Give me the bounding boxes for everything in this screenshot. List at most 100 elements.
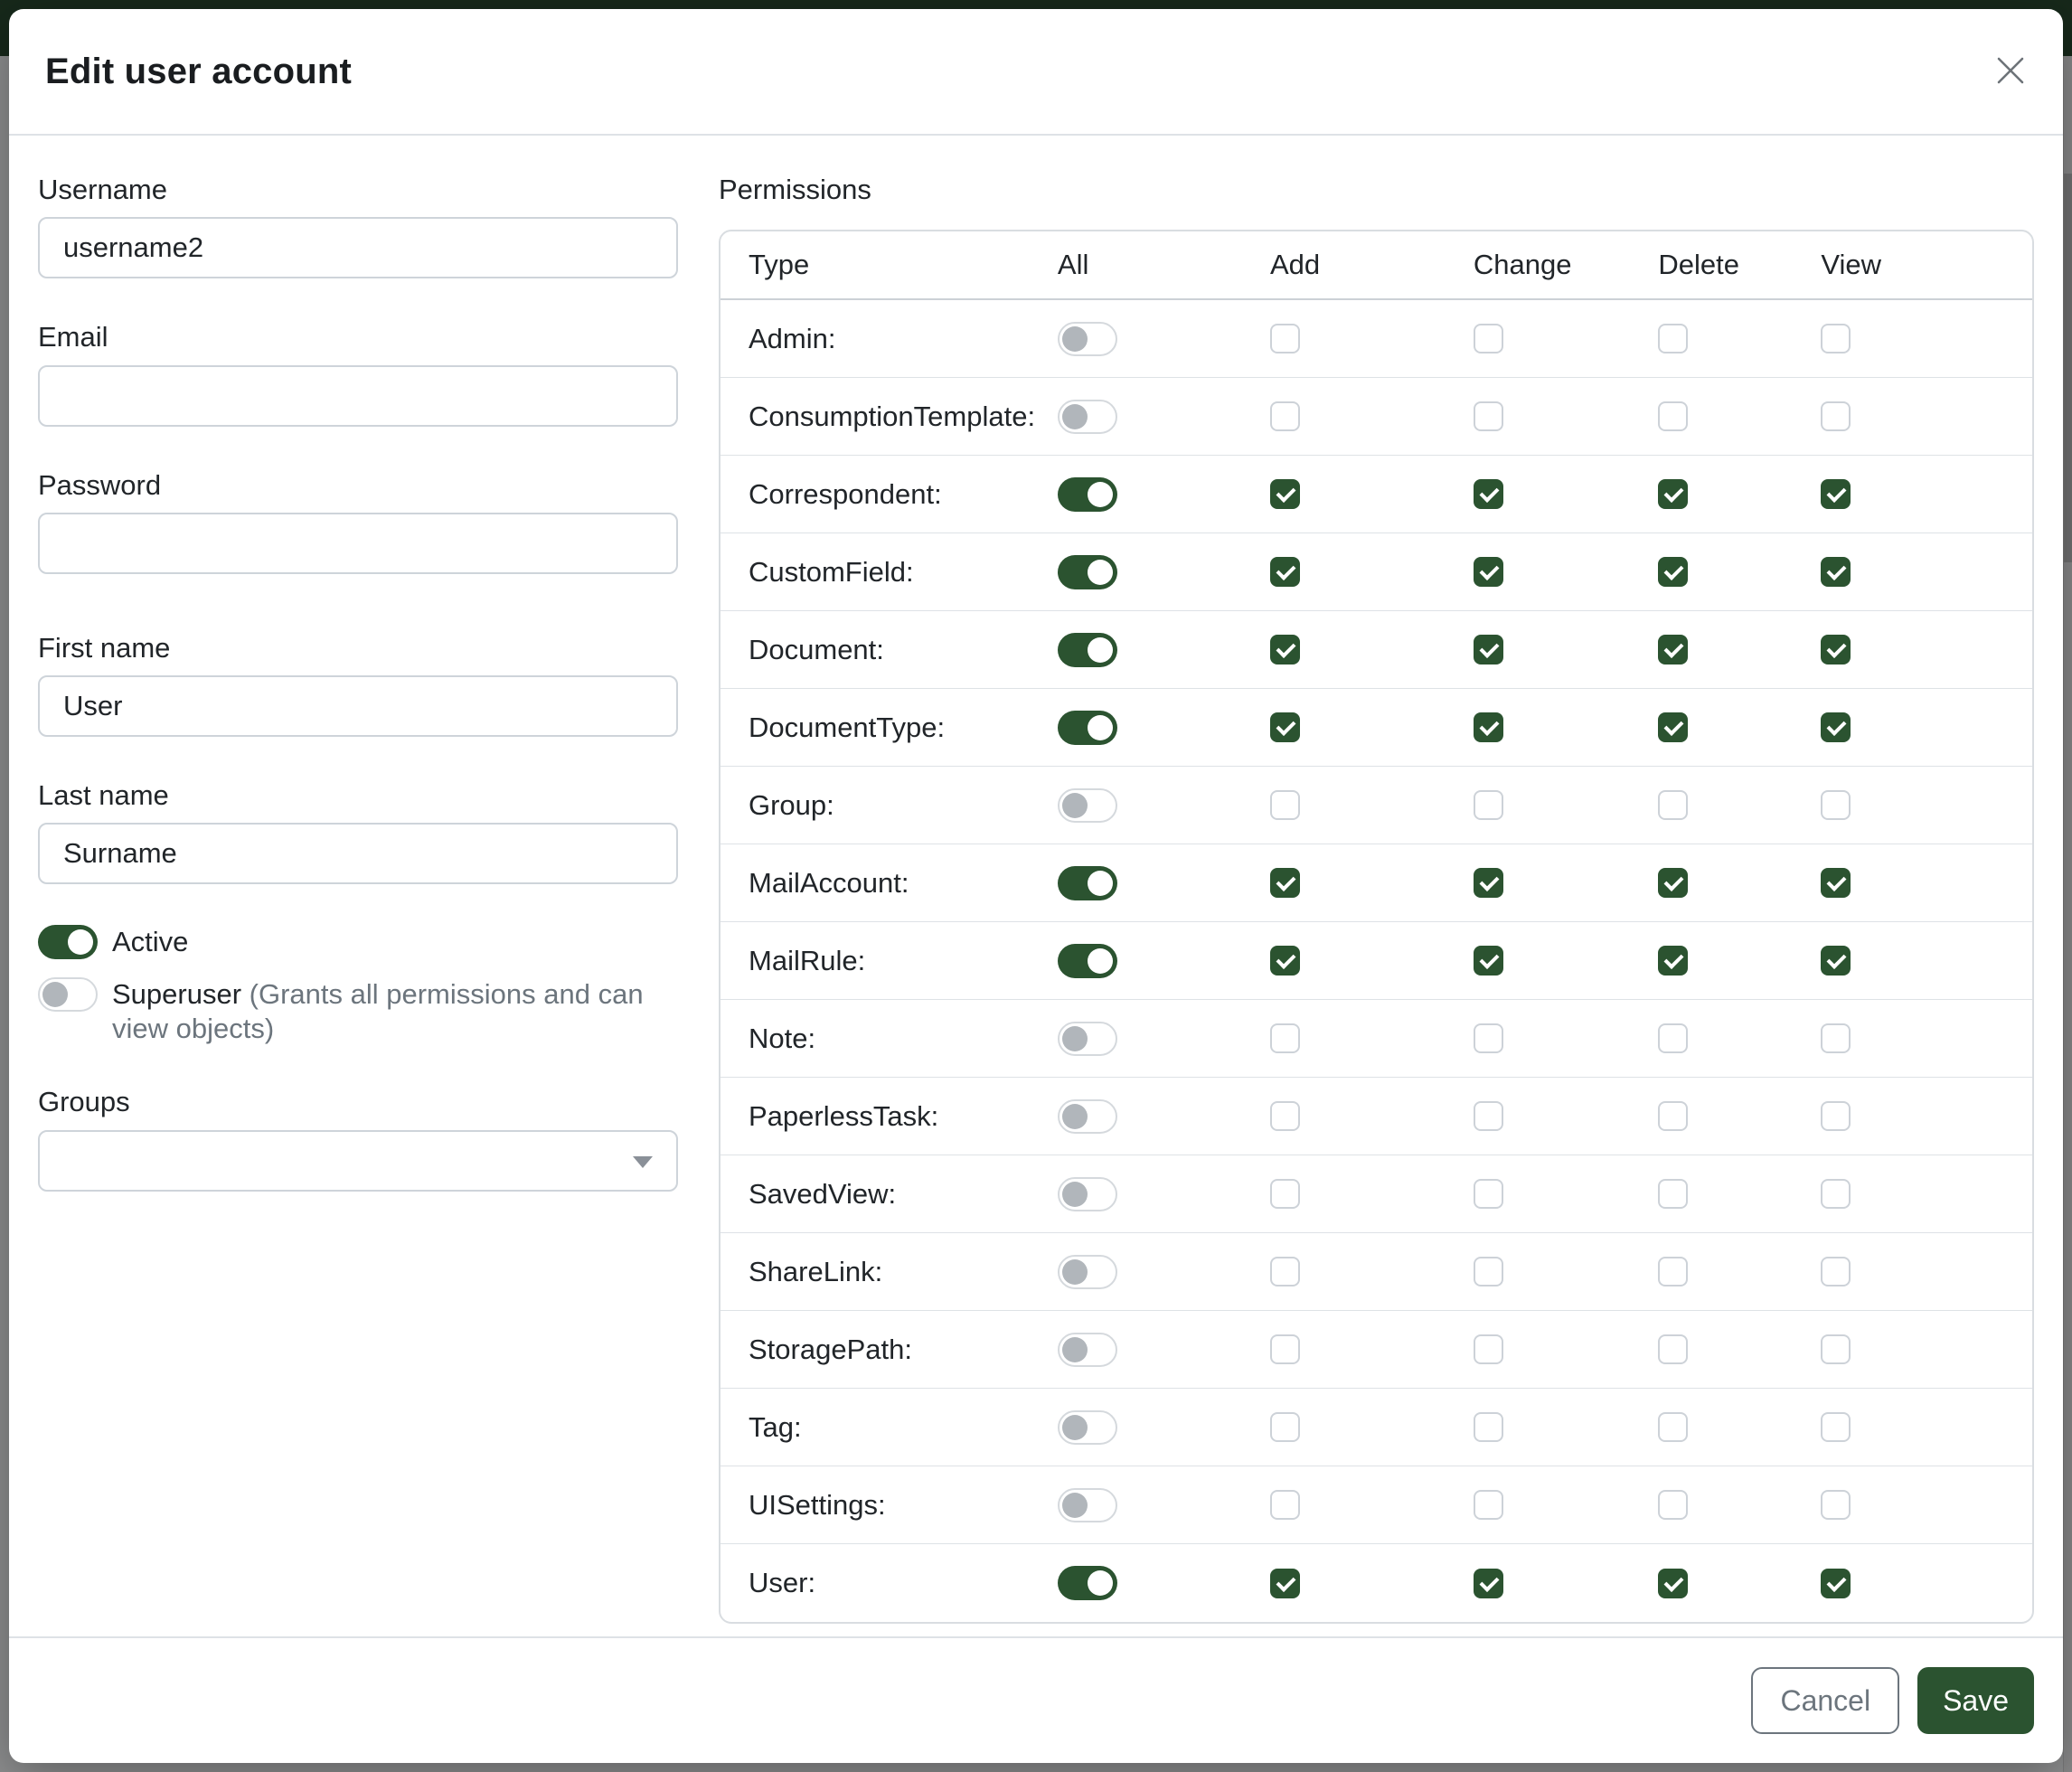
perm-delete-checkbox[interactable] bbox=[1658, 1257, 1688, 1287]
groups-select[interactable] bbox=[38, 1130, 678, 1192]
perm-all-toggle[interactable] bbox=[1058, 1488, 1117, 1522]
perm-delete-checkbox[interactable] bbox=[1658, 1023, 1688, 1053]
perm-add-checkbox[interactable] bbox=[1270, 946, 1300, 976]
toggle-knob bbox=[1088, 715, 1113, 740]
email-input[interactable] bbox=[38, 365, 678, 427]
username-input[interactable] bbox=[38, 217, 678, 278]
perm-add-checkbox[interactable] bbox=[1270, 1412, 1300, 1442]
perm-all-toggle[interactable] bbox=[1058, 866, 1117, 900]
perm-change-checkbox[interactable] bbox=[1474, 868, 1503, 898]
password-input[interactable] bbox=[38, 513, 678, 574]
perm-all-toggle[interactable] bbox=[1058, 633, 1117, 667]
perm-change-checkbox[interactable] bbox=[1474, 1412, 1503, 1442]
perm-view-checkbox[interactable] bbox=[1821, 1569, 1851, 1598]
save-button[interactable]: Save bbox=[1917, 1667, 2034, 1734]
perm-change-checkbox[interactable] bbox=[1474, 479, 1503, 509]
perm-delete-checkbox[interactable] bbox=[1658, 868, 1688, 898]
perm-add-checkbox[interactable] bbox=[1270, 557, 1300, 587]
cancel-button[interactable]: Cancel bbox=[1751, 1667, 1899, 1734]
perm-all-toggle[interactable] bbox=[1058, 1566, 1117, 1600]
perm-delete-checkbox[interactable] bbox=[1658, 1490, 1688, 1520]
perm-change-checkbox[interactable] bbox=[1474, 1101, 1503, 1131]
last-name-input[interactable] bbox=[38, 823, 678, 884]
close-button[interactable] bbox=[1989, 50, 2032, 93]
perm-add-checkbox[interactable] bbox=[1270, 868, 1300, 898]
perm-delete-checkbox[interactable] bbox=[1658, 1412, 1688, 1442]
perm-all-toggle[interactable] bbox=[1058, 1410, 1117, 1445]
perm-add-checkbox[interactable] bbox=[1270, 1179, 1300, 1209]
perm-view-checkbox[interactable] bbox=[1821, 946, 1851, 976]
perm-view-checkbox[interactable] bbox=[1821, 1179, 1851, 1209]
perm-add-checkbox[interactable] bbox=[1270, 1334, 1300, 1364]
perm-add-checkbox[interactable] bbox=[1270, 324, 1300, 353]
active-toggle[interactable] bbox=[38, 925, 98, 959]
perm-delete-checkbox[interactable] bbox=[1658, 401, 1688, 431]
perm-view-checkbox[interactable] bbox=[1821, 1023, 1851, 1053]
perm-all-toggle[interactable] bbox=[1058, 1099, 1117, 1134]
perm-add-checkbox[interactable] bbox=[1270, 790, 1300, 820]
perm-all-toggle[interactable] bbox=[1058, 400, 1117, 434]
perm-change-checkbox[interactable] bbox=[1474, 1179, 1503, 1209]
perm-change-checkbox[interactable] bbox=[1474, 324, 1503, 353]
perm-delete-checkbox[interactable] bbox=[1658, 1179, 1688, 1209]
perm-delete-checkbox[interactable] bbox=[1658, 946, 1688, 976]
perm-change-checkbox[interactable] bbox=[1474, 1023, 1503, 1053]
perm-change-checkbox[interactable] bbox=[1474, 712, 1503, 742]
perm-view-checkbox[interactable] bbox=[1821, 401, 1851, 431]
perm-change-checkbox[interactable] bbox=[1474, 401, 1503, 431]
perm-view-checkbox[interactable] bbox=[1821, 1334, 1851, 1364]
perm-delete-checkbox[interactable] bbox=[1658, 1569, 1688, 1598]
perm-delete-checkbox[interactable] bbox=[1658, 324, 1688, 353]
perm-add-checkbox[interactable] bbox=[1270, 401, 1300, 431]
perm-delete-checkbox[interactable] bbox=[1658, 712, 1688, 742]
perm-add-checkbox[interactable] bbox=[1270, 635, 1300, 664]
perm-delete-checkbox[interactable] bbox=[1658, 1101, 1688, 1131]
perm-add-checkbox[interactable] bbox=[1270, 1490, 1300, 1520]
perm-change-checkbox[interactable] bbox=[1474, 1334, 1503, 1364]
perm-all-toggle[interactable] bbox=[1058, 555, 1117, 589]
perm-all-toggle[interactable] bbox=[1058, 1255, 1117, 1289]
perm-all-toggle[interactable] bbox=[1058, 944, 1117, 978]
perm-all-toggle[interactable] bbox=[1058, 1177, 1117, 1211]
perm-delete-checkbox[interactable] bbox=[1658, 557, 1688, 587]
perm-all-toggle[interactable] bbox=[1058, 1333, 1117, 1367]
perm-view-checkbox[interactable] bbox=[1821, 712, 1851, 742]
page-scrollbar[interactable] bbox=[2063, 56, 2072, 1772]
perm-change-checkbox[interactable] bbox=[1474, 635, 1503, 664]
perm-add-checkbox[interactable] bbox=[1270, 1101, 1300, 1131]
perm-all-toggle[interactable] bbox=[1058, 477, 1117, 512]
perm-all-toggle[interactable] bbox=[1058, 1022, 1117, 1056]
superuser-toggle[interactable] bbox=[38, 977, 98, 1012]
perm-change-checkbox[interactable] bbox=[1474, 1490, 1503, 1520]
first-name-input[interactable] bbox=[38, 675, 678, 737]
perm-view-checkbox[interactable] bbox=[1821, 1490, 1851, 1520]
perm-view-checkbox[interactable] bbox=[1821, 1412, 1851, 1442]
perm-all-toggle[interactable] bbox=[1058, 788, 1117, 823]
perm-add-checkbox[interactable] bbox=[1270, 1257, 1300, 1287]
perm-change-checkbox[interactable] bbox=[1474, 946, 1503, 976]
page-scrollbar-thumb[interactable] bbox=[2064, 174, 2072, 562]
perm-add-checkbox[interactable] bbox=[1270, 1569, 1300, 1598]
perm-all-toggle[interactable] bbox=[1058, 711, 1117, 745]
perm-add-checkbox[interactable] bbox=[1270, 479, 1300, 509]
perm-delete-checkbox[interactable] bbox=[1658, 1334, 1688, 1364]
perm-view-checkbox[interactable] bbox=[1821, 868, 1851, 898]
permission-type-label: StoragePath: bbox=[720, 1311, 1058, 1389]
perm-delete-checkbox[interactable] bbox=[1658, 479, 1688, 509]
perm-view-checkbox[interactable] bbox=[1821, 479, 1851, 509]
perm-delete-checkbox[interactable] bbox=[1658, 635, 1688, 664]
perm-add-checkbox[interactable] bbox=[1270, 1023, 1300, 1053]
perm-change-checkbox[interactable] bbox=[1474, 1257, 1503, 1287]
perm-view-checkbox[interactable] bbox=[1821, 1257, 1851, 1287]
perm-view-checkbox[interactable] bbox=[1821, 1101, 1851, 1131]
perm-view-checkbox[interactable] bbox=[1821, 557, 1851, 587]
perm-view-checkbox[interactable] bbox=[1821, 635, 1851, 664]
perm-add-checkbox[interactable] bbox=[1270, 712, 1300, 742]
perm-view-checkbox[interactable] bbox=[1821, 790, 1851, 820]
perm-change-checkbox[interactable] bbox=[1474, 557, 1503, 587]
perm-change-checkbox[interactable] bbox=[1474, 1569, 1503, 1598]
perm-change-checkbox[interactable] bbox=[1474, 790, 1503, 820]
perm-view-checkbox[interactable] bbox=[1821, 324, 1851, 353]
perm-all-toggle[interactable] bbox=[1058, 322, 1117, 356]
perm-delete-checkbox[interactable] bbox=[1658, 790, 1688, 820]
